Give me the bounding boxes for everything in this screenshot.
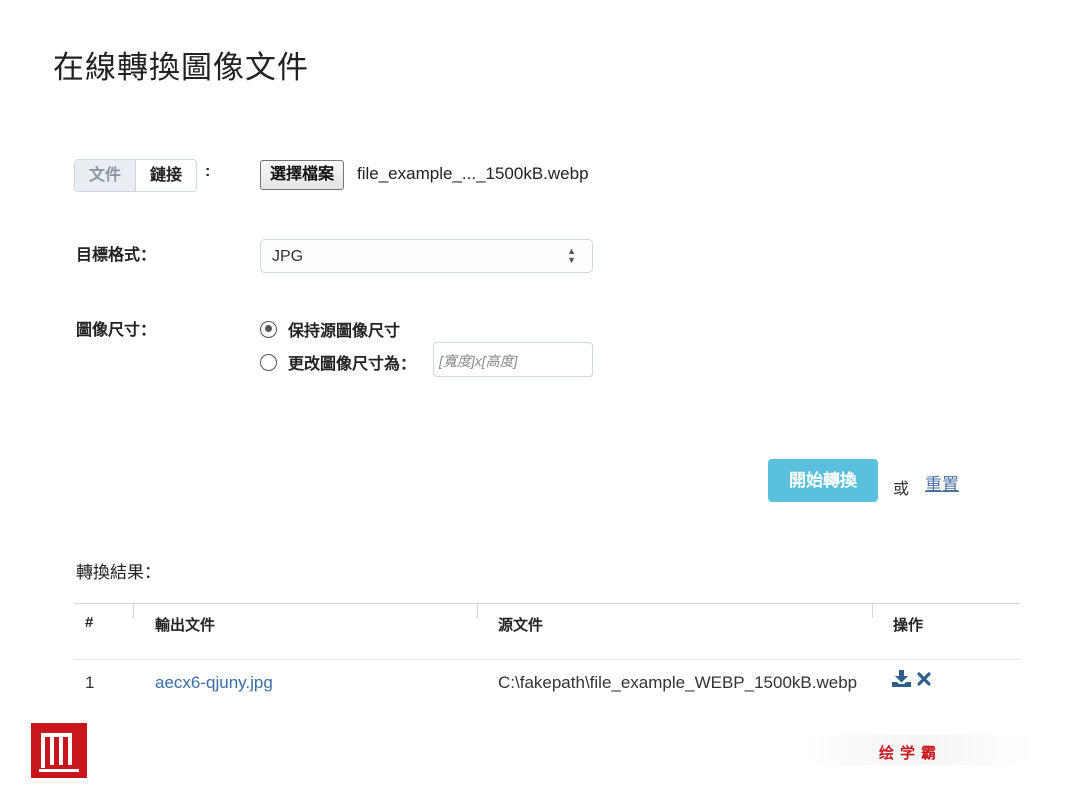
size-input[interactable]: [寬度]x[高度] [433,342,593,377]
row-actions [892,670,931,687]
radio-keep-size[interactable]: 保持源圖像尺寸 [260,317,400,341]
watermark-logo [31,723,87,778]
column-divider [133,604,134,618]
page-title: 在線轉換圖像文件 [53,50,309,85]
download-icon[interactable] [892,670,911,687]
column-header-source: 源文件 [498,617,544,634]
target-format-label: 目標格式： [76,247,157,264]
column-divider [477,604,478,618]
source-toggle: 文件 鏈接 [74,159,198,192]
source-file-path: C:\fakepath\file_example_WEBP_1500kB.web… [498,673,858,692]
column-header-index: # [85,614,94,631]
close-icon[interactable] [917,671,931,686]
table-header-row: # 輸出文件 源文件 操作 [74,603,1020,660]
target-format-value: JPG [272,248,304,265]
choose-file-button[interactable]: 選擇檔案 [260,160,345,190]
source-colon: : [205,163,211,180]
column-header-actions: 操作 [893,617,924,634]
column-header-output: 輸出文件 [155,617,216,634]
radio-keep-size-button[interactable] [260,320,277,338]
image-size-label: 圖像尺寸： [76,322,157,339]
column-divider [872,604,873,618]
watermark-text: 绘学霸 [879,745,943,762]
results-heading: 轉換結果： [76,563,161,582]
or-text: 或 [893,481,910,498]
output-file-link[interactable]: aecx6-qjuny.jpg [155,673,273,693]
reset-link[interactable]: 重置 [925,470,959,495]
row-index: 1 [85,673,95,692]
start-convert-button[interactable]: 開始轉換 [768,459,878,502]
radio-resize-button[interactable] [260,353,277,371]
radio-keep-size-label: 保持源圖像尺寸 [288,323,401,340]
radio-resize[interactable]: 更改圖像尺寸為： [260,350,416,374]
select-arrows-icon: ▲ ▼ [567,246,576,265]
selected-file-name: file_example_..._1500kB.webp [357,164,589,183]
target-format-select[interactable]: JPG ▲ ▼ [260,239,593,273]
tab-file[interactable]: 文件 [75,160,137,191]
tab-link[interactable]: 鏈接 [136,160,197,191]
radio-resize-label: 更改圖像尺寸為： [288,356,417,373]
